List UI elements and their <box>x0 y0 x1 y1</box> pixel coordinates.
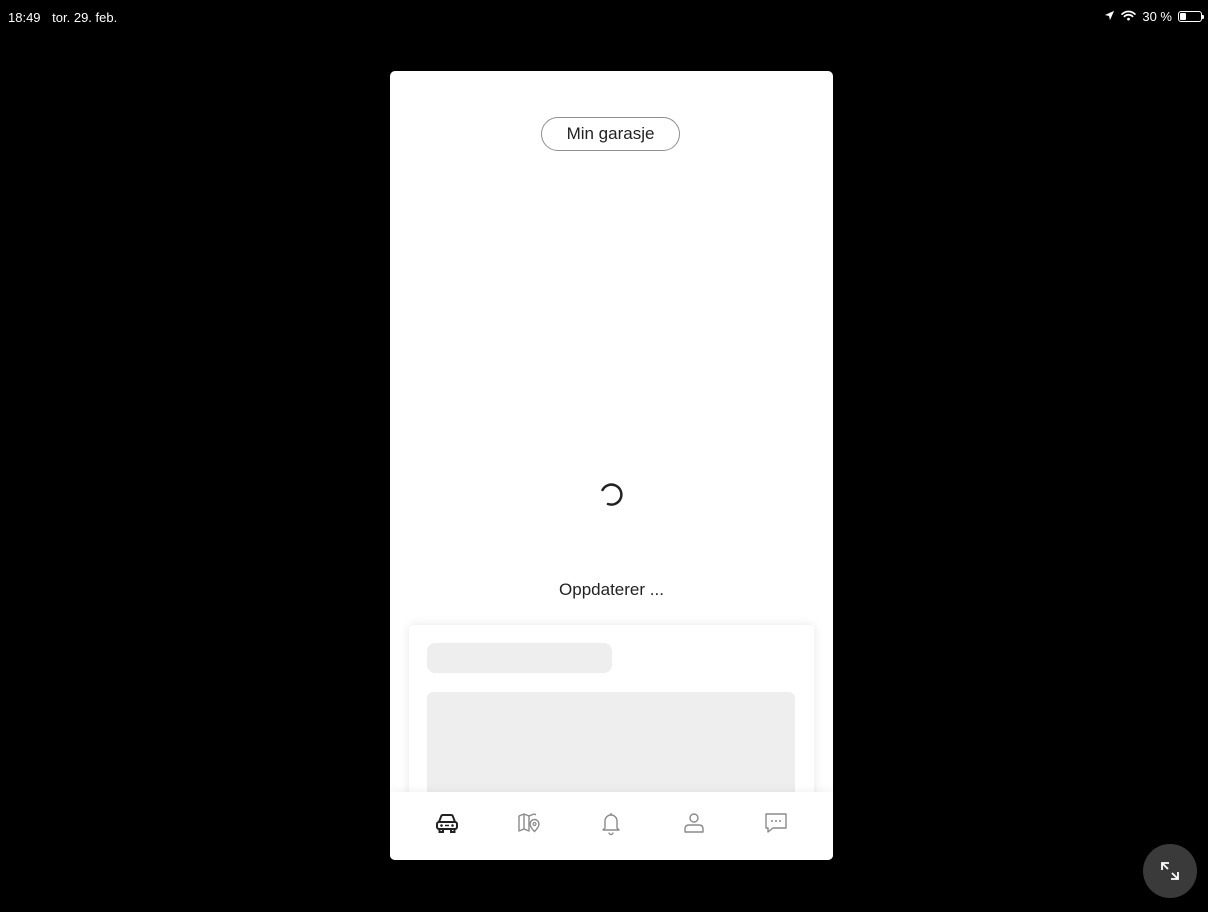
battery-percent: 30 % <box>1142 9 1172 24</box>
map-pin-icon <box>518 813 540 833</box>
status-date: tor. 29. feb. <box>52 10 118 25</box>
loading-text: Oppdaterer ... <box>559 580 664 599</box>
status-left: 18:49 tor. 29. feb. <box>8 10 125 25</box>
garage-title-pill[interactable]: Min garasje <box>541 117 680 151</box>
expand-button[interactable] <box>1143 844 1197 898</box>
tab-map[interactable] <box>509 803 549 843</box>
car-icon <box>436 814 459 833</box>
tab-profile[interactable] <box>674 803 714 843</box>
chat-bubble-icon <box>765 813 787 833</box>
skeleton-card <box>409 625 814 815</box>
bottom-tab-bar <box>390 792 833 860</box>
wifi-icon <box>1121 9 1137 24</box>
skeleton-title-placeholder <box>427 643 612 673</box>
bell-icon <box>602 813 621 836</box>
tab-chat[interactable] <box>756 803 796 843</box>
loading-spinner-icon <box>601 483 623 506</box>
status-right: 30 % <box>1104 9 1204 24</box>
battery-level <box>1180 13 1186 20</box>
status-time: 18:49 <box>8 10 41 25</box>
app-window: Min garasje Oppdaterer ... <box>390 71 833 860</box>
location-arrow-icon <box>1104 9 1115 24</box>
battery-icon <box>1178 11 1204 22</box>
person-icon <box>683 813 704 833</box>
tab-notifications[interactable] <box>591 803 631 843</box>
tab-car[interactable] <box>427 803 467 843</box>
expand-arrows-icon <box>1161 862 1179 880</box>
status-bar: 18:49 tor. 29. feb. 30 % <box>0 0 1208 40</box>
